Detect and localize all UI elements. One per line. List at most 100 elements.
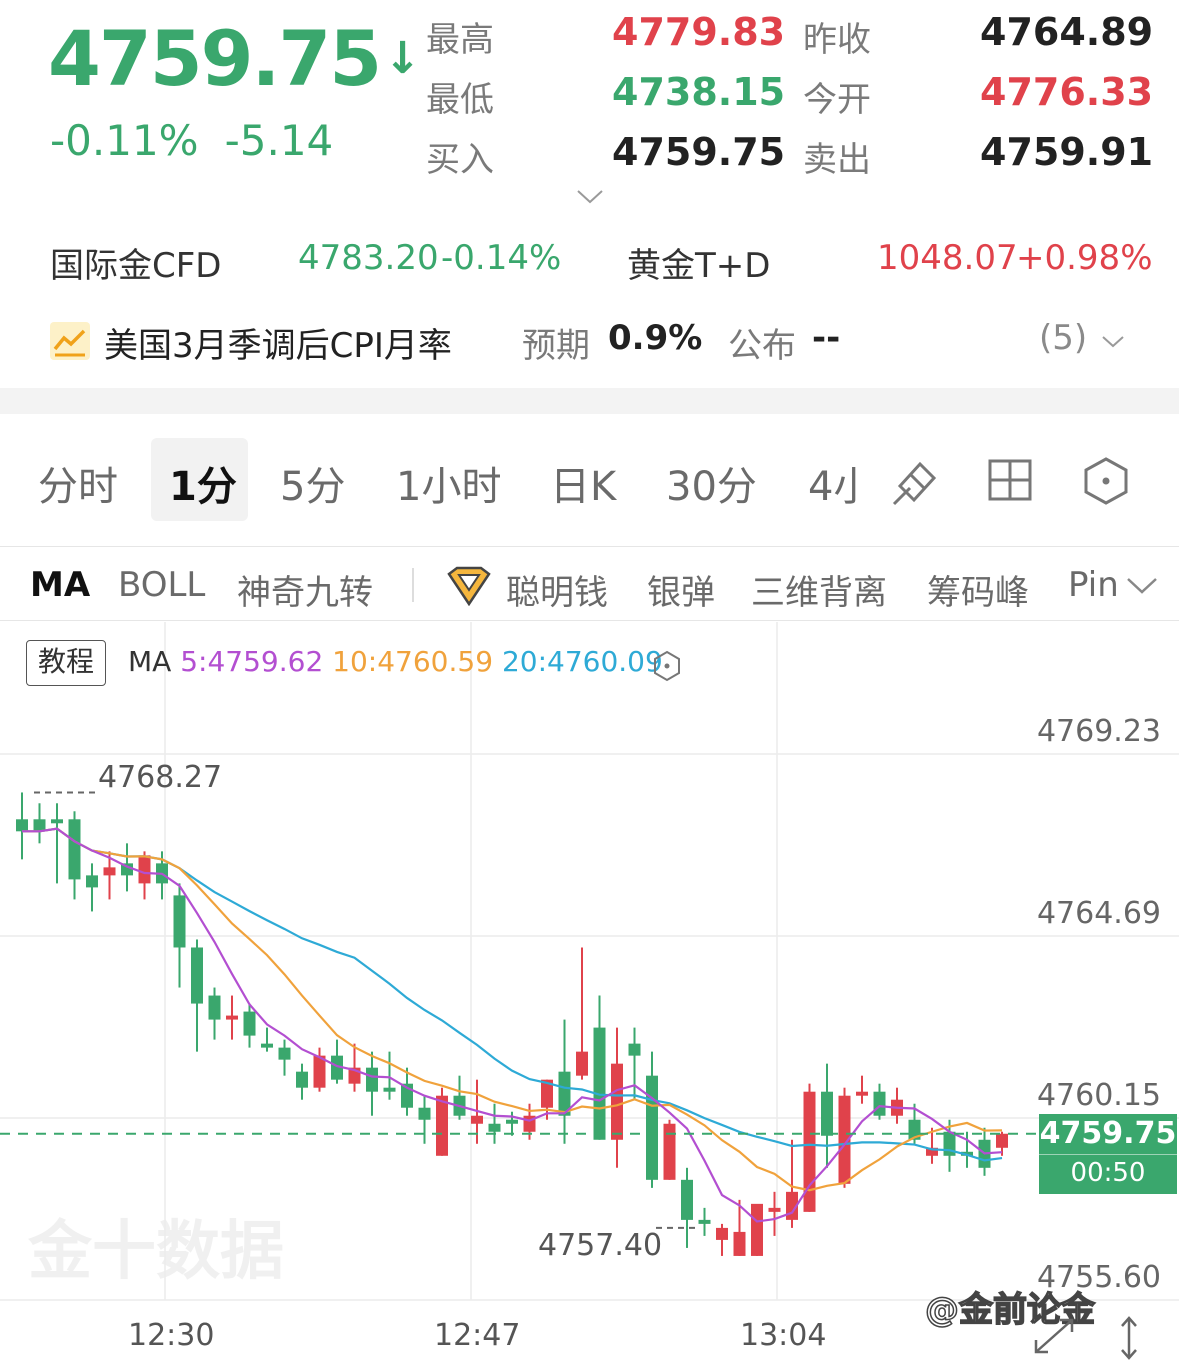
candle-body	[733, 1231, 746, 1256]
candle-body	[488, 1123, 501, 1132]
candle-body	[261, 1043, 273, 1048]
cfd-name[interactable]: 国际金CFD	[50, 238, 221, 287]
indicator-silver-bullet[interactable]: 银弹	[647, 565, 715, 614]
chevron-down-icon[interactable]	[1101, 334, 1125, 350]
tab-timeshare[interactable]: 分时	[38, 454, 118, 512]
last-price-value: 4759.75	[48, 14, 382, 103]
indicator-separator	[412, 568, 414, 602]
last-price: 4759.75 ↓	[48, 14, 421, 103]
candle-body	[436, 1095, 448, 1156]
low-label: 最低	[426, 80, 494, 120]
candle-body	[628, 1043, 641, 1056]
candle-body	[33, 819, 46, 832]
event-count[interactable]: (5)	[1039, 318, 1087, 358]
current-price-value: 4759.75	[1039, 1116, 1177, 1151]
candle-body	[243, 1011, 256, 1036]
x-tick: 12:47	[434, 1318, 521, 1353]
candle-body	[576, 1051, 588, 1076]
candle-body	[646, 1075, 658, 1180]
low-value: 4738.15	[612, 70, 786, 114]
indicator-chip-peak[interactable]: 筹码峰	[927, 565, 1029, 614]
high-marker-label: 4768.27	[98, 760, 223, 795]
candle-body	[16, 819, 28, 832]
chart-grid	[0, 622, 1179, 1301]
candle-body	[68, 819, 81, 880]
scroll-vertical-icon[interactable]	[1114, 1314, 1144, 1362]
tab-daily[interactable]: 日K	[550, 454, 616, 512]
candle-body	[278, 1047, 291, 1060]
ma-lines	[22, 827, 1003, 1223]
y-tick: 4769.23	[1036, 714, 1161, 749]
candle-body	[471, 1115, 483, 1124]
indicator-boll[interactable]: BOLL	[118, 565, 205, 605]
event-title[interactable]: 美国3月季调后CPI月率	[104, 318, 452, 367]
down-arrow-icon: ↓	[384, 33, 421, 84]
chevron-down-icon[interactable]	[1125, 576, 1159, 596]
layout-grid-icon[interactable]	[987, 456, 1035, 504]
ma5-line	[22, 827, 1003, 1223]
bid-value: 4759.75	[612, 130, 786, 174]
change-absolute: -5.14	[224, 116, 334, 165]
high-value: 4779.83	[612, 10, 786, 54]
tab-1min-label: 1分	[169, 464, 237, 510]
expected-label: 预期	[522, 326, 590, 366]
candle-body	[506, 1119, 518, 1124]
indicator-smart-money[interactable]: 聪明钱	[506, 565, 608, 614]
tab-5min[interactable]: 5分	[280, 454, 345, 512]
settings-hexagon-icon[interactable]	[1082, 456, 1130, 506]
candle-body	[138, 855, 151, 884]
expand-chevron-icon[interactable]	[576, 188, 604, 206]
low-marker-label: 4757.40	[538, 1228, 663, 1263]
indicator-ma[interactable]: MA	[30, 565, 90, 605]
candle-countdown: 00:50	[1039, 1154, 1177, 1191]
ask-value: 4759.91	[980, 130, 1154, 174]
expected-value: 0.9%	[608, 318, 703, 358]
candle-body	[681, 1179, 693, 1220]
diamond-icon	[447, 566, 491, 606]
candle-body	[86, 875, 98, 888]
candle-body	[208, 995, 221, 1020]
tab-30min[interactable]: 30分	[666, 454, 757, 512]
indicator-pin[interactable]: Pin	[1068, 565, 1120, 605]
td-name[interactable]: 黄金T+D	[627, 238, 770, 287]
ma-settings-icon[interactable]	[652, 650, 682, 682]
tab-4hour[interactable]: 4小	[808, 454, 860, 512]
divider	[0, 546, 1179, 547]
x-tick: 13:04	[740, 1318, 827, 1353]
ma-legend: MA 5:4759.62 10:4760.59 20:4760.09	[128, 645, 663, 678]
fullscreen-icon[interactable]	[1030, 1314, 1078, 1358]
tab-1hour[interactable]: 1小时	[396, 454, 501, 512]
candle-body	[716, 1227, 728, 1240]
open-value: 4776.33	[980, 70, 1154, 114]
trend-chart-icon	[50, 322, 90, 360]
indicator-magic-nine[interactable]: 神奇九转	[237, 565, 373, 614]
indicator-3d-divergence[interactable]: 三维背离	[751, 565, 887, 614]
ma10-line	[22, 827, 1003, 1192]
candle-body	[821, 1091, 833, 1136]
high-label: 最高	[426, 20, 494, 60]
y-tick: 4764.69	[1036, 896, 1161, 931]
candle-body	[611, 1063, 623, 1140]
candle-body	[768, 1207, 781, 1212]
y-tick: 4760.15	[1036, 1078, 1161, 1113]
tutorial-button[interactable]: 教程	[26, 640, 106, 686]
candle-body	[173, 895, 186, 948]
release-value: --	[812, 318, 841, 358]
candle-body	[873, 1091, 886, 1116]
candle-body	[191, 947, 203, 1004]
current-price-tag: 4759.75 00:50	[1039, 1114, 1177, 1194]
prev-close-value: 4764.89	[980, 10, 1154, 54]
cfd-change: -0.14%	[441, 238, 562, 278]
candle-body	[663, 1123, 676, 1180]
release-label: 公布	[728, 326, 796, 366]
draw-tool-icon[interactable]	[890, 456, 942, 508]
candle-body	[996, 1133, 1008, 1148]
candle-body	[51, 819, 63, 824]
change-percent: -0.11%	[50, 116, 199, 165]
open-label: 今开	[803, 80, 871, 120]
candle-body	[593, 1027, 606, 1140]
tab-1min[interactable]: 1分	[151, 438, 248, 521]
td-change: +0.98%	[1016, 238, 1153, 278]
candle-body	[296, 1071, 308, 1088]
bid-label: 买入	[426, 140, 494, 180]
